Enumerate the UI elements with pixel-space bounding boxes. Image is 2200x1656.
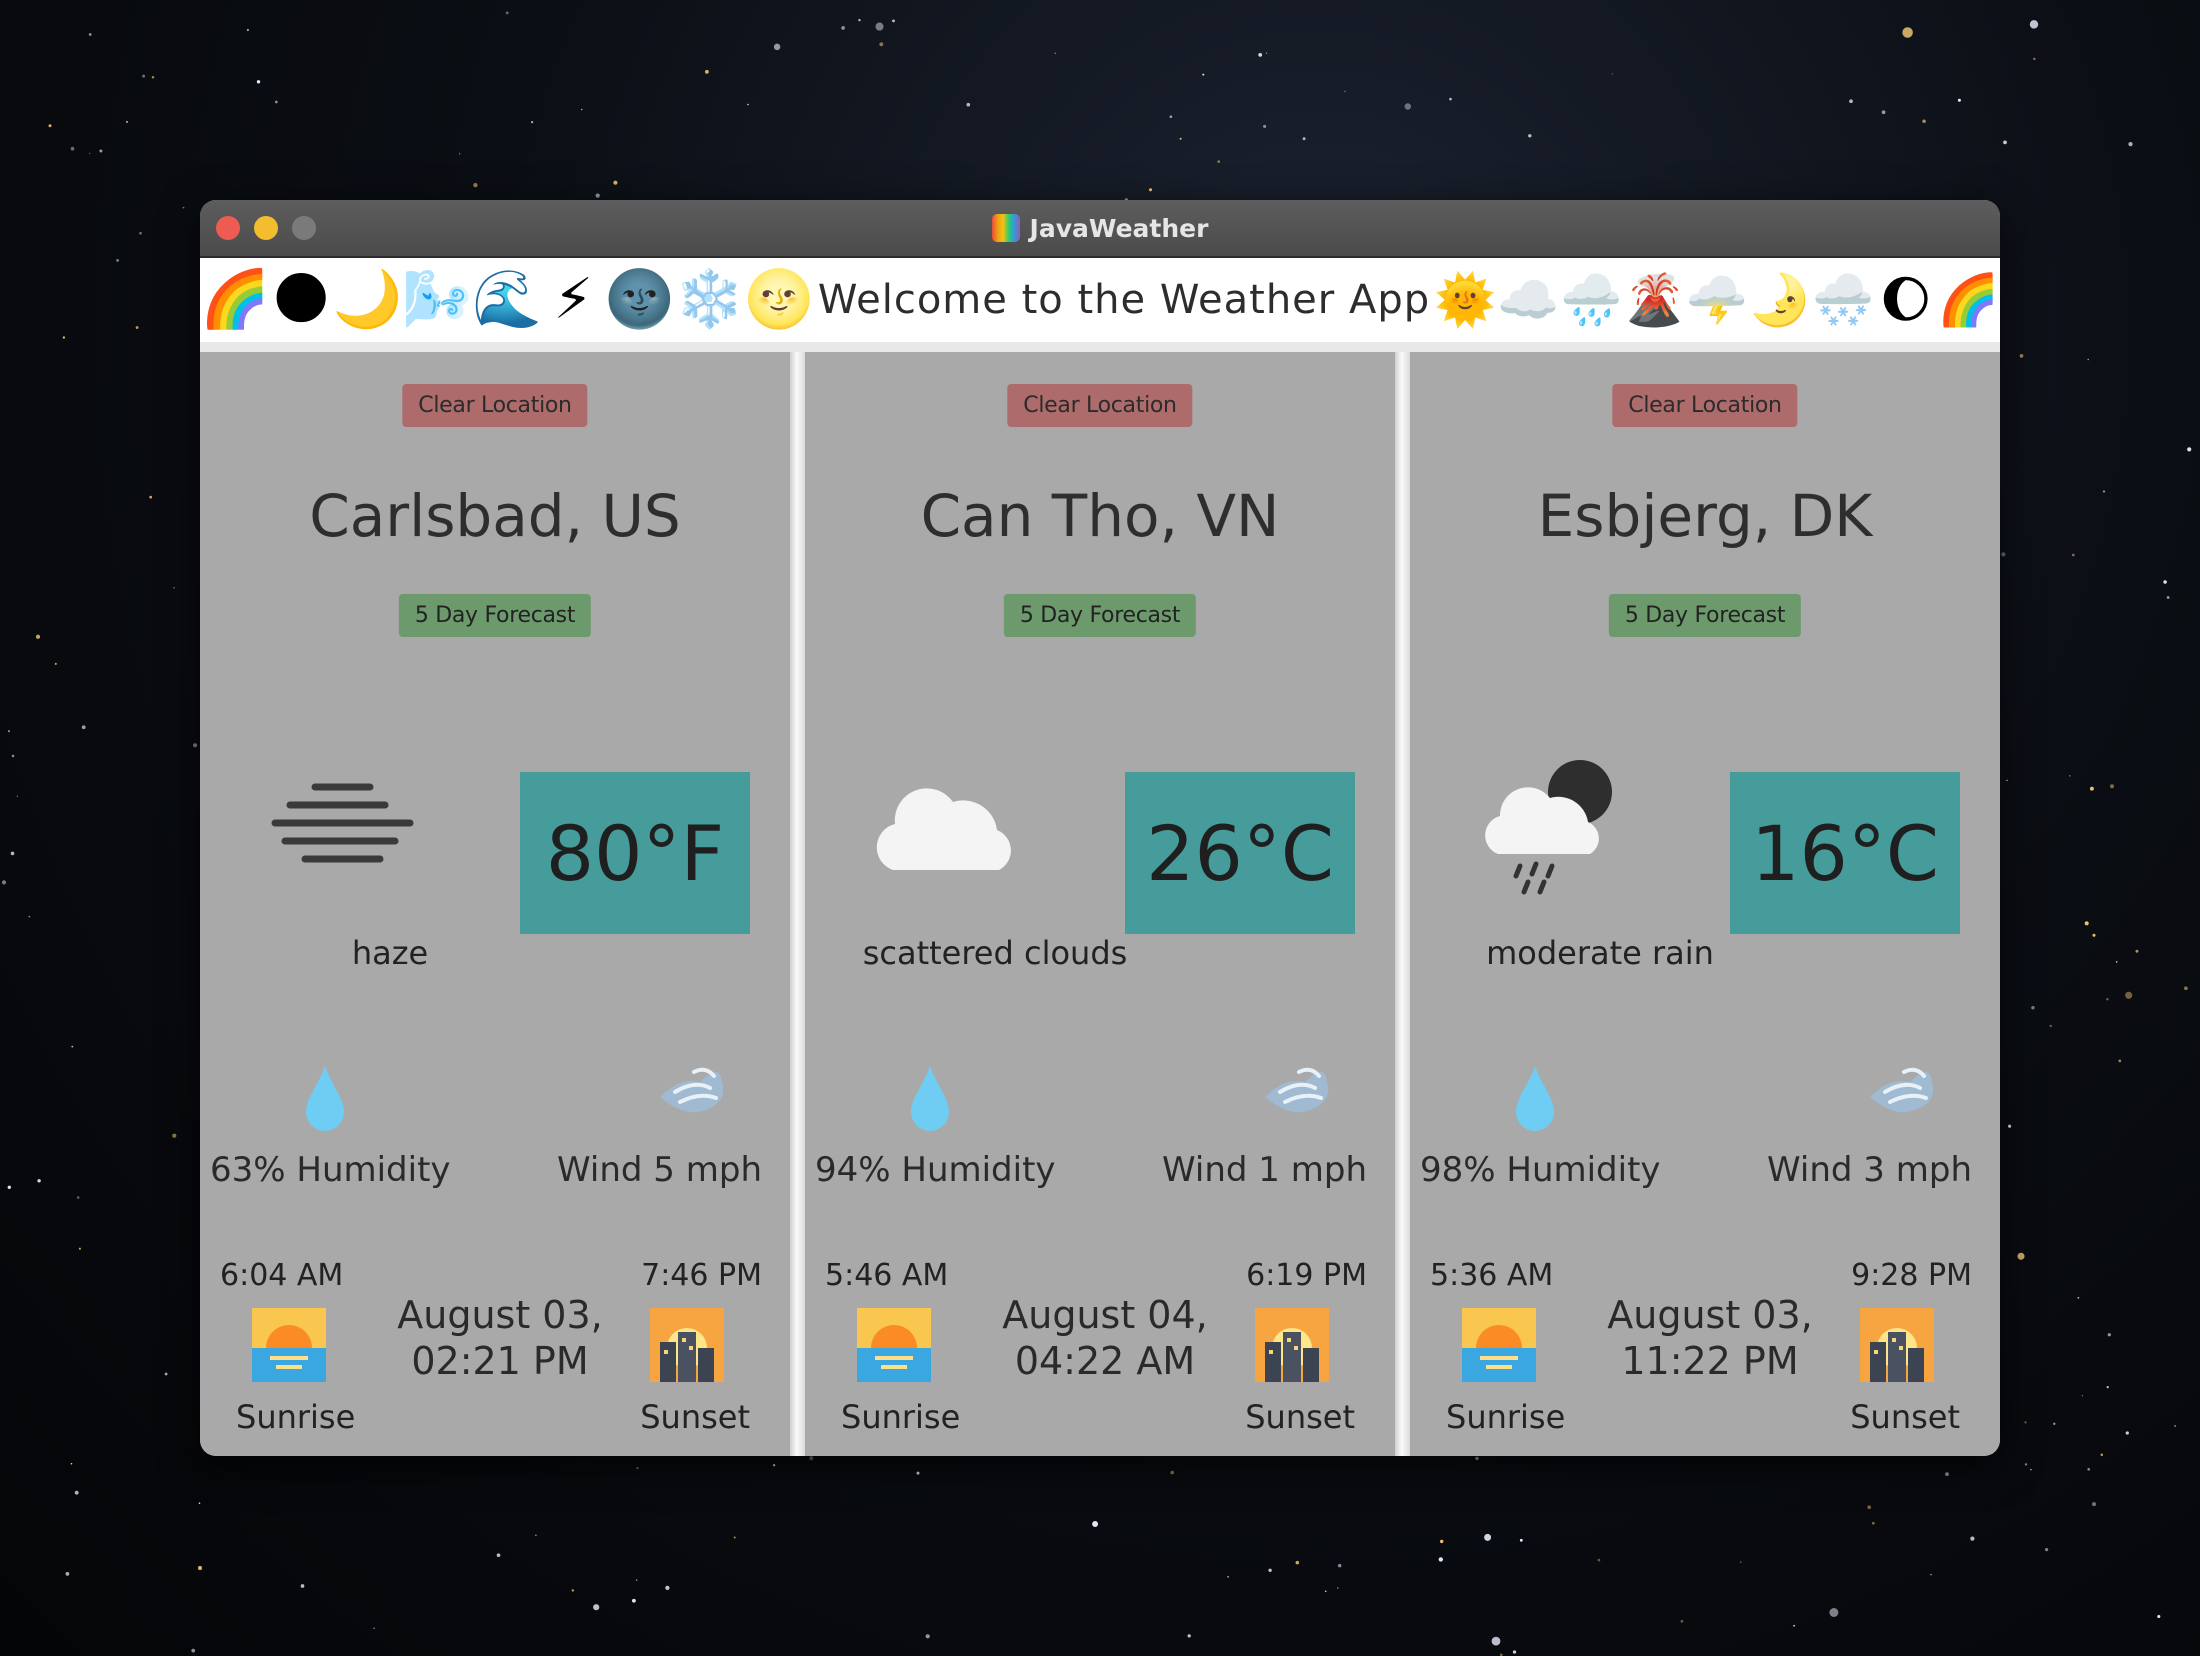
- wind-text: Wind 3 mph: [1767, 1150, 1972, 1190]
- humidity-text: 98% Humidity: [1420, 1150, 1661, 1190]
- humidity-text: 94% Humidity: [815, 1150, 1056, 1190]
- sunrise-label: Sunrise: [841, 1398, 961, 1436]
- five-day-forecast-button[interactable]: 5 Day Forecast: [1608, 594, 1802, 637]
- cloud-icon: ☁️: [1497, 271, 1560, 329]
- city-name: Esbjerg, DK: [1537, 482, 1873, 550]
- temperature-display: 80°F: [520, 772, 750, 934]
- location-panel-can-tho: Clear Location Can Tho, VN 5 Day Forecas…: [805, 352, 1395, 1456]
- title-bar: JavaWeather: [200, 200, 2000, 258]
- volcano-icon: 🌋: [1623, 271, 1686, 329]
- app-icon: [991, 214, 1020, 242]
- quarter-moon-face-icon: 🌛: [1748, 271, 1812, 329]
- clear-location-button[interactable]: Clear Location: [1612, 384, 1798, 427]
- city-name: Carlsbad, US: [309, 482, 681, 550]
- clear-location-button[interactable]: Clear Location: [1007, 384, 1193, 427]
- date-text: August 03,: [397, 1293, 603, 1337]
- sunrise-time: 5:46 AM: [825, 1258, 949, 1293]
- sunrise-icon: [252, 1308, 326, 1382]
- new-moon-face-icon: 🌚: [604, 267, 675, 332]
- weather-condition: moderate rain: [1486, 934, 1714, 972]
- snowflake-icon: ❄️: [674, 267, 745, 332]
- full-moon-face-icon: 🌝: [744, 267, 814, 332]
- time-text: 02:21 PM: [411, 1339, 589, 1383]
- local-date-time: August 04, 04:22 AM: [985, 1292, 1225, 1384]
- welcome-banner: 🌈 🌑 🌙 🌬️ 🌊 ⚡ 🌚 ❄️ 🌝 Welcome to the Weath…: [200, 258, 2000, 352]
- gibbous-moon-icon: 🌔: [1879, 271, 1932, 329]
- crescent-moon-icon: 🌙: [332, 267, 403, 332]
- sunset-icon: [1860, 1308, 1934, 1382]
- time-text: 04:22 AM: [1014, 1339, 1196, 1383]
- location-panels: Clear Location Carlsbad, US 5 Day Foreca…: [200, 352, 2000, 1456]
- app-window: JavaWeather 🌈 🌑 🌙 🌬️ 🌊 ⚡ 🌚 ❄️ 🌝 Welcome …: [200, 200, 2000, 1456]
- welcome-text: Welcome to the Weather App: [817, 277, 1431, 323]
- weather-condition: haze: [351, 934, 429, 972]
- wave-icon: 🌊: [472, 267, 542, 332]
- rain-cloud-icon: 🌧️: [1560, 271, 1623, 329]
- night-rain-icon: [1485, 760, 1612, 895]
- sunset-label: Sunset: [640, 1398, 750, 1436]
- thunder-cloud-icon: 🌩️: [1685, 271, 1749, 329]
- wind-text: Wind 5 mph: [557, 1150, 762, 1190]
- sunset-icon: [1255, 1308, 1329, 1382]
- rainbow-icon: 🌈: [1937, 271, 2000, 329]
- wind-icon: [1870, 1067, 1934, 1113]
- sunrise-icon: [1462, 1308, 1536, 1382]
- sunset-time: 7:46 PM: [641, 1258, 762, 1293]
- water-drop-icon: [911, 1066, 949, 1131]
- wind-icon: [1265, 1067, 1329, 1113]
- weather-condition: scattered clouds: [862, 934, 1128, 972]
- sunrise-time: 6:04 AM: [220, 1258, 344, 1293]
- five-day-forecast-button[interactable]: 5 Day Forecast: [398, 594, 592, 637]
- sunrise-icon: [857, 1308, 931, 1382]
- temperature-display: 26°C: [1125, 772, 1355, 934]
- lightning-icon: ⚡: [553, 267, 593, 332]
- water-drop-icon: [306, 1066, 344, 1131]
- clear-location-button[interactable]: Clear Location: [402, 384, 588, 427]
- new-moon-icon: 🌑: [271, 267, 331, 332]
- rainbow-icon: 🌈: [200, 267, 270, 332]
- sunset-time: 9:28 PM: [1851, 1258, 1972, 1293]
- date-text: August 04,: [1002, 1293, 1208, 1337]
- haze-icon: [271, 783, 414, 863]
- five-day-forecast-button[interactable]: 5 Day Forecast: [1003, 594, 1197, 637]
- window-title: JavaWeather: [200, 200, 2000, 256]
- sunset-icon: [650, 1308, 724, 1382]
- sun-face-icon: 🌞: [1434, 271, 1497, 329]
- temperature-display: 16°C: [1730, 772, 1960, 934]
- snow-cloud-icon: 🌨️: [1811, 271, 1874, 329]
- wind-text: Wind 1 mph: [1162, 1150, 1367, 1190]
- sunset-time: 6:19 PM: [1246, 1258, 1367, 1293]
- panel-divider: [790, 352, 805, 1456]
- location-panel-esbjerg: Clear Location Esbjerg, DK 5 Day Forecas…: [1410, 352, 2000, 1456]
- window-title-text: JavaWeather: [1029, 213, 1209, 243]
- sunset-label: Sunset: [1850, 1398, 1960, 1436]
- wind-icon: [660, 1067, 724, 1113]
- panel-divider: [1395, 352, 1410, 1456]
- sunrise-label: Sunrise: [1446, 1398, 1566, 1436]
- cloud-icon: [876, 788, 1011, 870]
- location-panel-carlsbad: Clear Location Carlsbad, US 5 Day Foreca…: [200, 352, 790, 1456]
- water-drop-icon: [1516, 1066, 1554, 1131]
- time-text: 11:22 PM: [1621, 1339, 1799, 1383]
- local-date-time: August 03, 02:21 PM: [380, 1292, 620, 1384]
- local-date-time: August 03, 11:22 PM: [1590, 1292, 1830, 1384]
- city-name: Can Tho, VN: [920, 482, 1280, 550]
- date-text: August 03,: [1607, 1293, 1813, 1337]
- sunset-label: Sunset: [1245, 1398, 1355, 1436]
- humidity-text: 63% Humidity: [210, 1150, 451, 1190]
- sunrise-label: Sunrise: [236, 1398, 356, 1436]
- wind-face-icon: 🌬️: [402, 267, 473, 332]
- sunrise-time: 5:36 AM: [1430, 1258, 1554, 1293]
